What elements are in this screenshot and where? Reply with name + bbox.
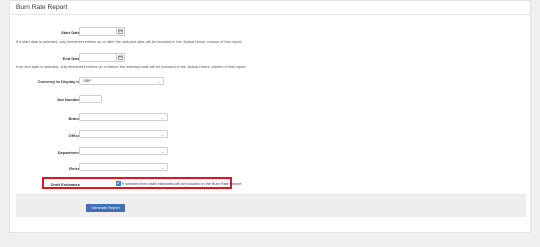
- job-number-input[interactable]: [79, 95, 102, 103]
- end-date-label: End Date: [62, 56, 80, 61]
- chevron-down-icon: ⌄: [156, 80, 160, 84]
- form-footer: Generate Report: [16, 194, 526, 217]
- start-date-label: Start Date: [61, 30, 80, 35]
- calendar-icon: [118, 55, 123, 60]
- start-date-calendar-button[interactable]: [116, 27, 125, 36]
- end-date-calendar-button[interactable]: [116, 53, 125, 62]
- end-date-input[interactable]: [79, 53, 117, 62]
- department-select[interactable]: ⌄: [79, 147, 168, 155]
- roles-label: Roles: [69, 166, 80, 171]
- job-number-label: Job Number: [56, 97, 80, 102]
- draft-estimates-text: If selected then draft estimates will be…: [122, 181, 242, 186]
- brand-select[interactable]: ⌄: [79, 113, 168, 121]
- title-divider: [10, 14, 530, 15]
- checkmark-icon: [116, 182, 120, 185]
- roles-select[interactable]: ⌄: [79, 163, 168, 171]
- draft-estimates-checkbox[interactable]: [116, 181, 121, 186]
- chevron-down-icon: ⌄: [160, 133, 164, 137]
- draft-estimates-label: Draft Estimates: [50, 182, 80, 187]
- chevron-down-icon: ⌄: [160, 116, 164, 120]
- brand-label: Brand: [68, 116, 80, 121]
- calendar-icon: [118, 29, 123, 34]
- start-date-input[interactable]: [79, 27, 117, 36]
- currency-label: Currency to Display in: [37, 79, 80, 84]
- office-label: Office: [68, 133, 80, 138]
- page-title: Burn Rate Report: [16, 4, 68, 11]
- department-label: Department: [57, 150, 80, 155]
- generate-report-button[interactable]: Generate Report: [86, 204, 125, 212]
- currency-select[interactable]: GBP ⌄: [79, 77, 164, 85]
- chevron-down-icon: ⌄: [160, 166, 164, 170]
- report-panel: Burn Rate Report Start Date If a start d…: [9, 0, 531, 233]
- end-date-help: If an end date is selected, only timeshe…: [16, 65, 247, 69]
- start-date-help: If a start date is selected, only timesh…: [16, 40, 243, 44]
- currency-value: GBP: [83, 79, 92, 83]
- chevron-down-icon: ⌄: [160, 150, 164, 154]
- office-select[interactable]: ⌄: [79, 130, 168, 138]
